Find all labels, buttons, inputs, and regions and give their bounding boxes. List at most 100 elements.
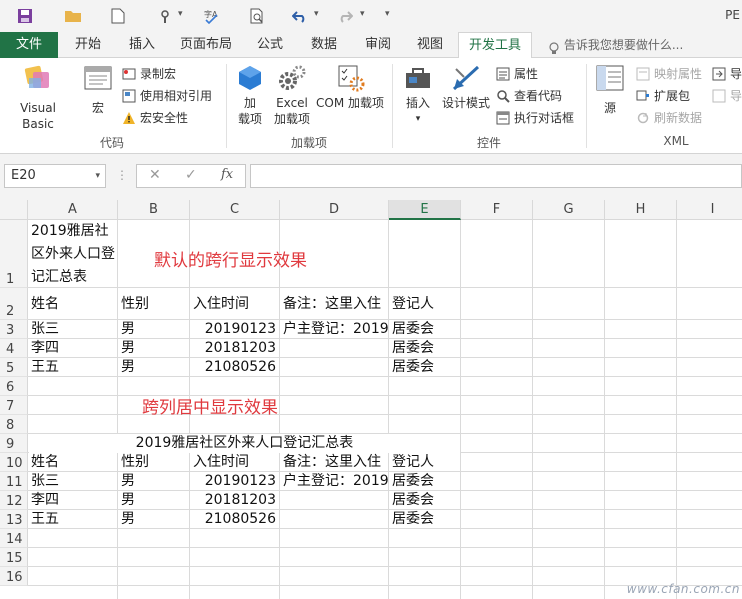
row-header[interactable]: 13 — [0, 510, 28, 529]
addins-button[interactable]: 加 载项 — [232, 64, 268, 127]
record-macro-button[interactable]: 录制宏 — [122, 64, 176, 84]
row-header[interactable]: 5 — [0, 358, 28, 377]
formula-input[interactable] — [250, 164, 742, 188]
tab-view[interactable]: 视图 — [408, 32, 452, 58]
cell-date[interactable]: 20190123 — [190, 472, 276, 491]
tab-developer[interactable]: 开发工具 — [458, 32, 532, 59]
cell-name[interactable]: 李四 — [31, 339, 117, 358]
com-addins-button[interactable]: COM 加载项 — [314, 64, 386, 111]
cell-header-remark[interactable]: 备注：这里入住 — [283, 295, 388, 314]
tab-formulas[interactable]: 公式 — [250, 32, 290, 58]
relative-reference-button[interactable]: 使用相对引用 — [122, 86, 212, 106]
cell-name[interactable]: 李四 — [31, 491, 117, 510]
macros-button[interactable]: 宏 — [80, 64, 116, 116]
row-header[interactable]: 9 — [0, 434, 28, 453]
cell-remark[interactable]: 户主登记：2019 — [283, 320, 388, 339]
redo-dropdown-icon[interactable]: ▾ — [360, 9, 365, 19]
cell-gender[interactable]: 男 — [121, 358, 189, 377]
column-header[interactable]: D — [280, 200, 389, 220]
row-header[interactable]: 10 — [0, 453, 28, 472]
run-dialog-button[interactable]: 执行对话框 — [496, 108, 574, 128]
cell-date[interactable]: 20181203 — [190, 491, 276, 510]
undo-icon[interactable] — [289, 6, 311, 26]
cell-a1[interactable]: 2019雅居社区外来人口登记汇总表 — [31, 220, 115, 287]
tab-data[interactable]: 数据 — [302, 32, 346, 58]
name-box-dropdown-icon[interactable]: ▾ — [95, 165, 100, 187]
cell-header-name[interactable]: 姓名 — [31, 295, 117, 314]
cell-date[interactable]: 21080526 — [190, 510, 276, 529]
import-button[interactable]: 导 — [712, 64, 742, 84]
cell-gender[interactable]: 男 — [121, 339, 189, 358]
cell-header-gender[interactable]: 性别 — [121, 453, 189, 472]
column-header[interactable]: A — [28, 200, 118, 220]
row-header[interactable]: 15 — [0, 548, 28, 567]
tab-page-layout[interactable]: 页面布局 — [174, 32, 238, 58]
cell-gender[interactable]: 男 — [121, 491, 189, 510]
cell-gender[interactable]: 男 — [121, 510, 189, 529]
refresh-data-button[interactable]: 刷新数据 — [636, 108, 702, 128]
cell-header-remark[interactable]: 备注：这里入住 — [283, 453, 388, 472]
view-code-button[interactable]: 查看代码 — [496, 86, 562, 106]
cell-header-name[interactable]: 姓名 — [31, 453, 117, 472]
row-header[interactable]: 3 — [0, 320, 28, 339]
cell-header-date[interactable]: 入住时间 — [193, 453, 279, 472]
cell-name[interactable]: 张三 — [31, 472, 117, 491]
redo-icon[interactable] — [334, 6, 356, 26]
column-header[interactable]: B — [118, 200, 190, 220]
xml-source-button[interactable]: 源 — [592, 64, 628, 116]
properties-button[interactable]: 属性 — [496, 64, 538, 84]
tell-me-box[interactable]: 告诉我您想要做什么... — [548, 32, 683, 58]
column-header[interactable]: H — [605, 200, 677, 220]
row-header[interactable]: 14 — [0, 529, 28, 548]
design-mode-button[interactable]: 设计模式 — [440, 64, 492, 111]
row-header[interactable]: 8 — [0, 415, 28, 434]
column-header[interactable]: G — [533, 200, 605, 220]
row-header[interactable]: 7 — [0, 396, 28, 415]
expansion-packs-button[interactable]: 扩展包 — [636, 86, 690, 106]
visual-basic-button[interactable]: Visual Basic — [4, 64, 72, 132]
tab-review[interactable]: 审阅 — [356, 32, 400, 58]
column-header[interactable]: C — [190, 200, 280, 220]
insert-control-button[interactable]: 插入 ▾ — [398, 64, 438, 127]
undo-dropdown-icon[interactable]: ▾ — [314, 9, 319, 19]
customize-qat-icon[interactable]: ▾ — [385, 9, 390, 19]
cell-name[interactable]: 王五 — [31, 358, 117, 377]
name-box[interactable]: E20 ▾ — [4, 164, 106, 188]
macro-security-button[interactable]: 宏安全性 — [122, 108, 188, 128]
spelling-icon[interactable]: 字A — [201, 6, 223, 26]
excel-addins-button[interactable]: Excel 加载项 — [270, 64, 314, 127]
select-all-corner[interactable] — [0, 200, 28, 220]
cell-registrar[interactable]: 居委会 — [392, 491, 460, 510]
print-preview-icon[interactable] — [246, 6, 268, 26]
cell-registrar[interactable]: 居委会 — [392, 472, 460, 491]
cell-header-gender[interactable]: 性别 — [121, 295, 189, 314]
cell-a9-centered-title[interactable]: 2019雅居社区外来人口登记汇总表 — [29, 434, 460, 453]
more-icon[interactable]: ⋮ — [116, 168, 128, 182]
row-header[interactable]: 1 — [0, 220, 28, 288]
export-button[interactable]: 导 — [712, 86, 742, 106]
open-folder-icon[interactable] — [62, 6, 84, 26]
map-properties-button[interactable]: 映射属性 — [636, 64, 702, 84]
cell-gender[interactable]: 男 — [121, 320, 189, 339]
cell-name[interactable]: 王五 — [31, 510, 117, 529]
cell-name[interactable]: 张三 — [31, 320, 117, 339]
row-header[interactable]: 12 — [0, 491, 28, 510]
column-header-selected[interactable]: E — [389, 200, 461, 220]
tab-home[interactable]: 开始 — [66, 32, 110, 58]
cell-gender[interactable]: 男 — [121, 472, 189, 491]
cell-date[interactable]: 20181203 — [190, 339, 276, 358]
cell-registrar[interactable]: 居委会 — [392, 320, 460, 339]
touch-mode-dropdown-icon[interactable]: ▾ — [178, 9, 183, 19]
tab-insert[interactable]: 插入 — [120, 32, 164, 58]
column-header[interactable]: F — [461, 200, 533, 220]
cell-registrar[interactable]: 居委会 — [392, 510, 460, 529]
tab-file[interactable]: 文件 — [0, 32, 58, 58]
row-header[interactable]: 4 — [0, 339, 28, 358]
cell-registrar[interactable]: 居委会 — [392, 358, 460, 377]
cell-date[interactable]: 21080526 — [190, 358, 276, 377]
column-header[interactable]: I — [677, 200, 742, 220]
cell-remark[interactable]: 户主登记：2019 — [283, 472, 388, 491]
new-file-icon[interactable] — [107, 6, 129, 26]
cell-date[interactable]: 20190123 — [190, 320, 276, 339]
row-header[interactable]: 6 — [0, 377, 28, 396]
